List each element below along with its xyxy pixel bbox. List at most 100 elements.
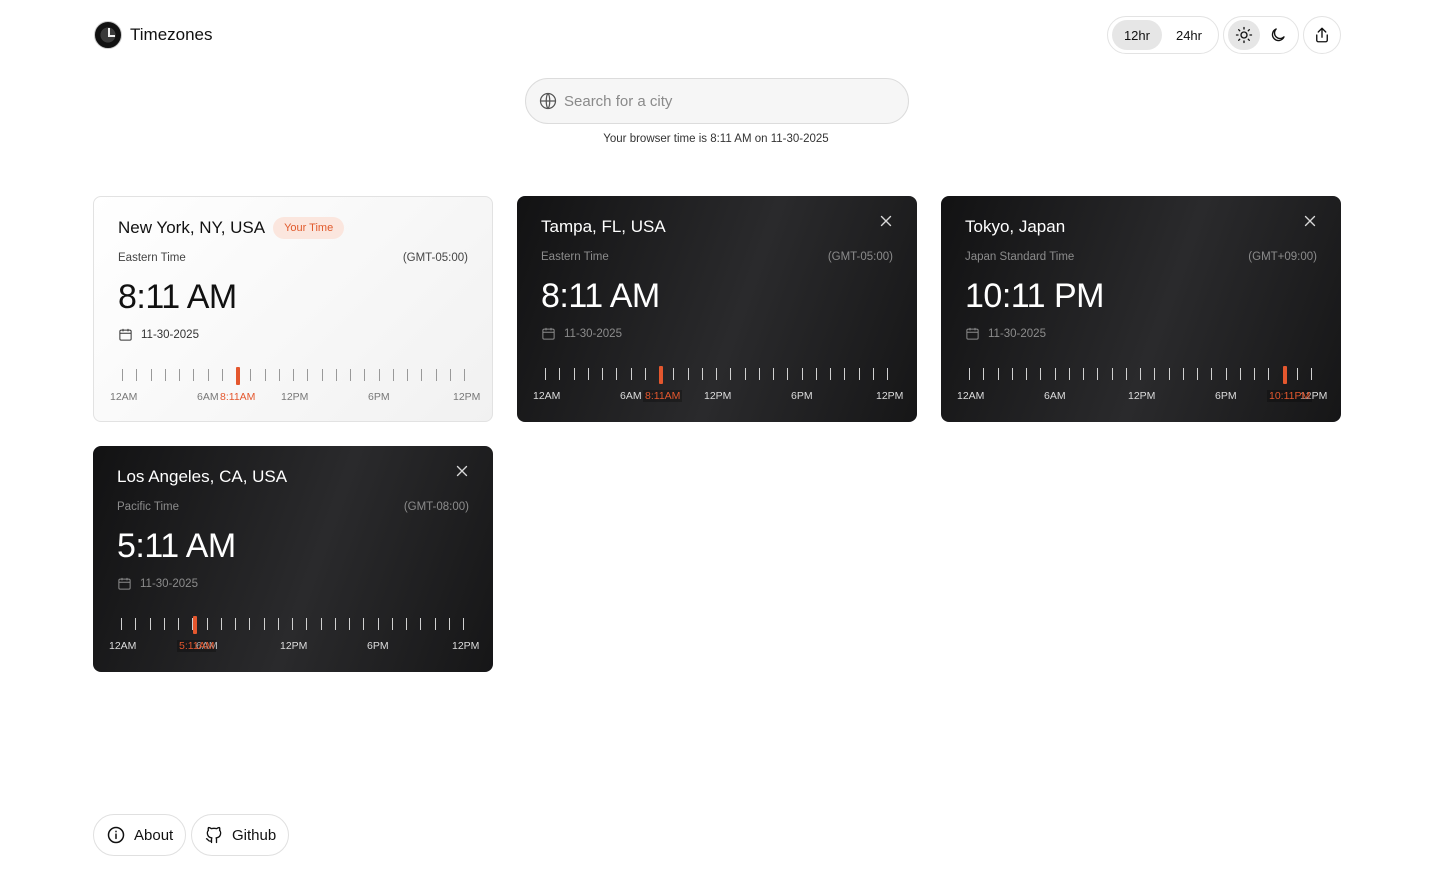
- hour-tick: [1069, 368, 1070, 380]
- header-controls: 12hr 24hr: [1106, 16, 1341, 54]
- hour-tick: [378, 618, 379, 630]
- timezone-name: Pacific Time: [117, 501, 179, 513]
- hour-tick: [335, 618, 336, 630]
- hour-tick: [1311, 368, 1312, 380]
- current-time-marker: [236, 367, 240, 385]
- hour-tick: [730, 368, 731, 380]
- axis-label: 12PM: [876, 390, 904, 402]
- dark-theme-button[interactable]: [1262, 20, 1294, 50]
- timezone-card: New York, NY, USA Your Time Eastern Time…: [93, 196, 493, 422]
- github-icon: [205, 826, 222, 844]
- share-button[interactable]: [1303, 16, 1341, 54]
- gmt-offset: (GMT-05:00): [827, 251, 893, 263]
- current-time: 8:11 AM: [541, 277, 660, 315]
- hour-tick: [983, 368, 984, 380]
- gmt-offset: (GMT-08:00): [403, 501, 469, 513]
- search-input[interactable]: [564, 92, 908, 110]
- hour-tick: [279, 369, 280, 381]
- hour-timeline[interactable]: [121, 616, 464, 634]
- timezone-card: Los Angeles, CA, USA Pacific Time (GMT-0…: [93, 446, 493, 672]
- close-icon[interactable]: [1301, 212, 1319, 230]
- current-date: 11-30-2025: [141, 328, 199, 341]
- axis-label: 6AM: [620, 390, 642, 402]
- hour-tick: [450, 369, 451, 381]
- hour-tick: [150, 618, 151, 630]
- current-date: 11-30-2025: [564, 327, 622, 340]
- axis-label: 6PM: [368, 391, 390, 403]
- hour-tick: [830, 368, 831, 380]
- github-button[interactable]: Github: [191, 814, 290, 856]
- timezone-name: Eastern Time: [118, 252, 186, 264]
- hour-tick: [235, 618, 236, 630]
- hour-tick: [179, 369, 180, 381]
- calendar-icon: [542, 327, 555, 340]
- light-theme-button[interactable]: [1228, 20, 1260, 50]
- hour-tick: [673, 368, 674, 380]
- city-name: Tampa, FL, USA: [541, 217, 666, 236]
- hour-tick: [221, 618, 222, 630]
- format-24hr-button[interactable]: 24hr: [1164, 20, 1214, 50]
- moon-icon: [1271, 28, 1285, 42]
- axis-label: 12AM: [957, 390, 985, 402]
- hour-tick: [887, 368, 888, 380]
- clock-logo-icon: [94, 21, 122, 49]
- current-time: 10:11 PM: [965, 277, 1105, 315]
- calendar-icon: [118, 577, 131, 590]
- axis-label: 6PM: [367, 640, 389, 652]
- hour-tick: [1240, 368, 1241, 380]
- calendar-icon: [966, 327, 979, 340]
- axis-label: 12PM: [453, 391, 481, 403]
- brand[interactable]: Timezones: [94, 19, 213, 51]
- hour-tick: [336, 369, 337, 381]
- axis-label: 12PM: [1128, 390, 1156, 402]
- hour-tick: [588, 368, 589, 380]
- hour-tick: [1169, 368, 1170, 380]
- hour-tick: [1040, 368, 1041, 380]
- current-time-marker: [659, 366, 663, 384]
- axis-label: 12AM: [109, 640, 137, 652]
- close-icon[interactable]: [453, 462, 471, 480]
- hour-tick: [364, 369, 365, 381]
- hour-tick: [420, 618, 421, 630]
- hour-tick: [574, 368, 575, 380]
- hour-tick: [307, 369, 308, 381]
- hour-tick: [1154, 368, 1155, 380]
- hour-tick: [136, 369, 137, 381]
- hour-tick: [392, 618, 393, 630]
- hour-tick: [264, 618, 265, 630]
- hour-tick: [645, 368, 646, 380]
- hour-tick: [1055, 368, 1056, 380]
- hour-tick: [969, 368, 970, 380]
- format-12hr-button[interactable]: 12hr: [1111, 20, 1162, 50]
- globe-icon: [539, 92, 557, 110]
- hour-tick: [321, 618, 322, 630]
- hour-timeline[interactable]: [122, 367, 465, 385]
- hour-tick: [844, 368, 845, 380]
- hour-tick: [602, 368, 603, 380]
- hour-tick: [702, 368, 703, 380]
- hour-tick: [1254, 368, 1255, 380]
- hour-tick: [407, 369, 408, 381]
- hour-tick: [1012, 368, 1013, 380]
- hour-tick: [1097, 368, 1098, 380]
- hour-tick: [421, 369, 422, 381]
- hour-tick: [151, 369, 152, 381]
- hour-tick: [265, 369, 266, 381]
- about-button[interactable]: About: [93, 814, 187, 856]
- hour-tick: [349, 618, 350, 630]
- hour-tick: [178, 618, 179, 630]
- hour-tick: [802, 368, 803, 380]
- hour-tick: [1297, 368, 1298, 380]
- now-label: 10:11PM: [1267, 390, 1313, 402]
- hour-tick: [745, 368, 746, 380]
- app-name: Timezones: [130, 25, 213, 44]
- hour-timeline[interactable]: [545, 366, 888, 384]
- city-search[interactable]: [525, 78, 909, 124]
- hour-tick: [406, 618, 407, 630]
- close-icon[interactable]: [877, 212, 895, 230]
- hour-tick: [436, 369, 437, 381]
- hour-tick: [249, 618, 250, 630]
- hour-timeline[interactable]: [969, 366, 1312, 384]
- current-time: 8:11 AM: [118, 278, 237, 316]
- hour-tick: [449, 618, 450, 630]
